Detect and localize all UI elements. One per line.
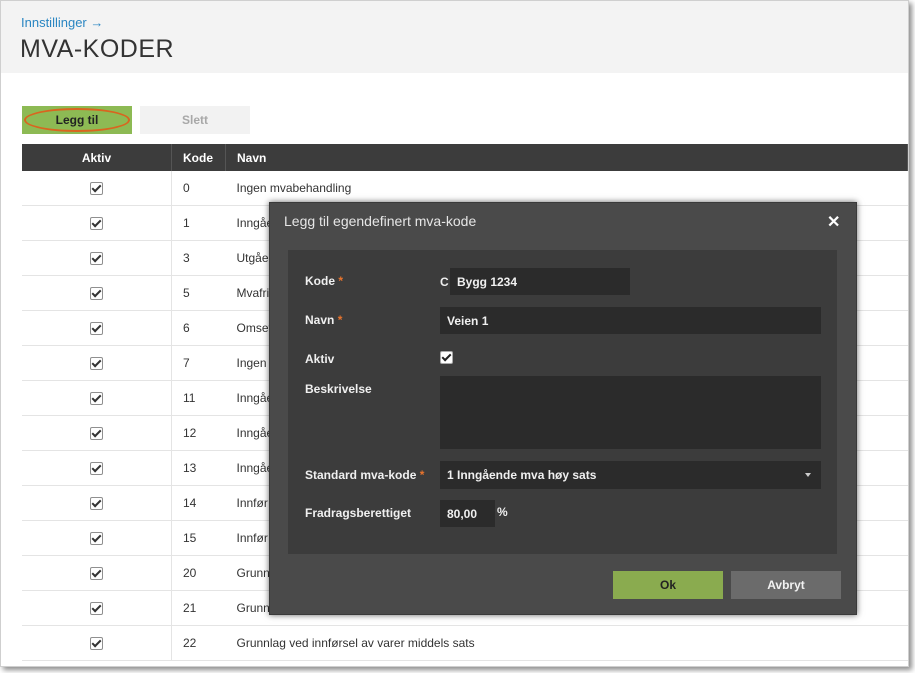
row-aktiv-cell bbox=[22, 450, 172, 486]
table-row[interactable]: 0 Ingen mvabehandling bbox=[22, 171, 908, 206]
row-kode: 6 bbox=[171, 310, 226, 346]
row-kode: 12 bbox=[171, 415, 226, 451]
aktiv-checkbox[interactable] bbox=[90, 637, 103, 651]
fradrag-label: Fradragsberettiget bbox=[305, 506, 412, 520]
row-navn: Ingen mvabehandling bbox=[225, 171, 908, 206]
row-kode: 20 bbox=[171, 555, 226, 591]
kode-input[interactable]: Bygg 1234 bbox=[450, 268, 630, 295]
navn-label: Navn * bbox=[305, 313, 343, 327]
cancel-button[interactable]: Avbryt bbox=[731, 571, 841, 599]
row-kode: 14 bbox=[171, 485, 226, 521]
row-aktiv-cell bbox=[22, 171, 172, 206]
row-kode: 11 bbox=[171, 380, 226, 416]
fradrag-input[interactable]: 80,00 bbox=[440, 500, 495, 527]
column-header-kode[interactable]: Kode bbox=[171, 144, 226, 171]
dialog-form: Kode * C Bygg 1234 Navn * Veien 1 Aktiv … bbox=[288, 250, 837, 554]
beskrivelse-textarea[interactable] bbox=[440, 376, 821, 449]
row-kode: 3 bbox=[171, 240, 226, 276]
dialog-title: Legg til egendefinert mva-kode bbox=[284, 213, 477, 229]
row-kode: 22 bbox=[171, 625, 226, 661]
aktiv-checkbox[interactable] bbox=[90, 567, 103, 581]
highlight-ring bbox=[24, 108, 130, 132]
row-kode: 5 bbox=[171, 275, 226, 311]
row-aktiv-cell bbox=[22, 275, 172, 311]
aktiv-label: Aktiv bbox=[305, 352, 335, 366]
row-kode: 0 bbox=[171, 171, 226, 206]
aktiv-checkbox[interactable] bbox=[90, 217, 103, 231]
app-window: Innstillinger → MVA-KODER Legg til Slett… bbox=[0, 0, 909, 667]
aktiv-checkbox[interactable] bbox=[90, 252, 103, 266]
close-icon[interactable]: ✕ bbox=[827, 212, 840, 232]
aktiv-checkbox[interactable] bbox=[440, 351, 453, 364]
row-kode: 13 bbox=[171, 450, 226, 486]
column-header-navn[interactable]: Navn bbox=[225, 144, 908, 171]
table-row[interactable]: 22 Grunnlag ved innførsel av varer middel… bbox=[22, 625, 908, 661]
column-header-aktiv[interactable]: Aktiv bbox=[22, 144, 172, 171]
row-aktiv-cell bbox=[22, 205, 172, 241]
row-aktiv-cell bbox=[22, 590, 172, 626]
standard-mva-label: Standard mva-kode * bbox=[305, 468, 425, 482]
table-header-row: Aktiv Kode Navn bbox=[22, 144, 908, 171]
aktiv-checkbox[interactable] bbox=[90, 357, 103, 371]
add-vat-code-dialog: Legg til egendefinert mva-kode ✕ Kode * … bbox=[269, 202, 857, 615]
row-aktiv-cell bbox=[22, 520, 172, 556]
row-aktiv-cell bbox=[22, 415, 172, 451]
percent-unit: % bbox=[497, 505, 508, 519]
add-button[interactable]: Legg til bbox=[22, 106, 132, 134]
standard-mva-value: 1 Inngående mva høy sats bbox=[447, 468, 597, 482]
kode-label: Kode * bbox=[305, 274, 344, 288]
chevron-down-icon bbox=[805, 473, 811, 477]
aktiv-checkbox[interactable] bbox=[90, 322, 103, 336]
aktiv-checkbox[interactable] bbox=[90, 427, 103, 441]
row-navn: Grunnlag ved innførsel av varer middels … bbox=[225, 625, 908, 661]
aktiv-checkbox[interactable] bbox=[90, 392, 103, 406]
row-aktiv-cell bbox=[22, 380, 172, 416]
row-kode: 21 bbox=[171, 590, 226, 626]
aktiv-checkbox[interactable] bbox=[90, 602, 103, 616]
delete-button[interactable]: Slett bbox=[140, 106, 250, 134]
navn-input[interactable]: Veien 1 bbox=[440, 307, 821, 334]
row-kode: 15 bbox=[171, 520, 226, 556]
breadcrumb-link[interactable]: Innstillinger → bbox=[21, 15, 103, 30]
row-aktiv-cell bbox=[22, 625, 172, 661]
ok-button[interactable]: Ok bbox=[613, 571, 723, 599]
kode-prefix: C bbox=[440, 275, 449, 289]
aktiv-checkbox[interactable] bbox=[90, 287, 103, 301]
page-title: MVA-KODER bbox=[20, 35, 175, 63]
row-aktiv-cell bbox=[22, 345, 172, 381]
row-aktiv-cell bbox=[22, 310, 172, 346]
page-header: Innstillinger → MVA-KODER bbox=[1, 1, 908, 73]
aktiv-checkbox[interactable] bbox=[90, 532, 103, 546]
standard-mva-select[interactable]: 1 Inngående mva høy sats bbox=[440, 461, 821, 489]
row-aktiv-cell bbox=[22, 485, 172, 521]
row-aktiv-cell bbox=[22, 555, 172, 591]
row-aktiv-cell bbox=[22, 240, 172, 276]
beskrivelse-label: Beskrivelse bbox=[305, 382, 372, 396]
row-kode: 1 bbox=[171, 205, 226, 241]
aktiv-checkbox[interactable] bbox=[90, 182, 103, 196]
row-kode: 7 bbox=[171, 345, 226, 381]
aktiv-checkbox[interactable] bbox=[90, 462, 103, 476]
aktiv-checkbox[interactable] bbox=[90, 497, 103, 511]
